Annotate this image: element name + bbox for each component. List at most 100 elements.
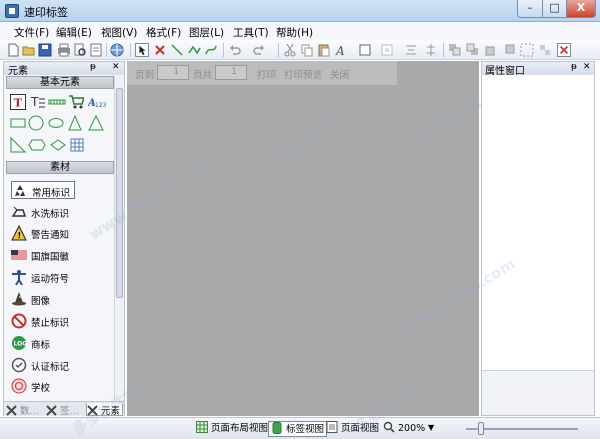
polyline-tool-icon[interactable] xyxy=(187,43,201,57)
page-layout-view-button[interactable]: 页面布局视图 xyxy=(196,421,268,437)
close-icon[interactable]: ✕ xyxy=(112,62,120,72)
open-folder-icon[interactable] xyxy=(22,43,36,57)
fill-box-icon[interactable] xyxy=(380,43,394,57)
serial-number-icon[interactable]: A 123 xyxy=(88,94,106,110)
group-icon[interactable] xyxy=(520,43,534,57)
right-triangle-icon[interactable] xyxy=(10,137,26,153)
send-back-icon[interactable] xyxy=(466,43,480,57)
table-tool-icon[interactable] xyxy=(70,138,84,152)
elements-panel-title: 元素 xyxy=(8,66,28,77)
undo-icon[interactable] xyxy=(228,43,242,57)
paste-icon[interactable] xyxy=(317,43,331,57)
pin-icon[interactable]: ᵽ xyxy=(571,62,577,72)
menu-layer[interactable]: 图层(L) xyxy=(189,25,224,40)
database-globe-icon[interactable] xyxy=(110,43,124,57)
prohibited-icon xyxy=(11,313,27,329)
new-file-icon[interactable] xyxy=(6,43,20,57)
material-common-signs[interactable]: 常用标识 xyxy=(11,181,75,199)
line-tool-icon[interactable] xyxy=(170,43,184,57)
svg-text:LOG: LOG xyxy=(14,341,28,348)
text-style-icon[interactable]: A xyxy=(334,43,348,57)
close-preview-button[interactable]: 关闭 xyxy=(330,67,349,81)
distribute-icon[interactable] xyxy=(424,43,438,57)
bring-forward-icon[interactable] xyxy=(484,43,498,57)
maximize-button[interactable]: □ xyxy=(542,0,567,18)
page-from-input[interactable]: 1 xyxy=(157,65,189,80)
material-wash-signs[interactable]: 水洗标识 xyxy=(11,203,111,221)
toolbar-separator xyxy=(106,43,107,57)
send-backward-icon[interactable] xyxy=(502,43,516,57)
bring-front-icon[interactable] xyxy=(448,43,462,57)
image-cart-icon[interactable] xyxy=(68,94,84,110)
tab-data[interactable]: 数... xyxy=(6,403,44,417)
toolbar-separator xyxy=(443,43,444,57)
close-icon[interactable]: ✕ xyxy=(583,62,591,72)
ellipse-tool-icon[interactable] xyxy=(48,117,64,129)
material-images[interactable]: 图像 xyxy=(11,290,111,308)
recycle-icon xyxy=(15,185,25,196)
material-label: 运动符号 xyxy=(31,274,70,285)
text-tool-icon[interactable]: T xyxy=(10,94,26,110)
material-sport-symbols[interactable]: 运动符号 xyxy=(11,268,111,286)
align-icon[interactable] xyxy=(404,43,418,57)
trademark-logo-icon: LOG xyxy=(12,336,28,350)
minimize-button[interactable]: – xyxy=(517,0,543,18)
zoom-level[interactable]: 200% xyxy=(383,421,425,437)
print-preview-button[interactable]: 打印预览 xyxy=(284,67,322,81)
border-box-icon[interactable] xyxy=(358,43,372,57)
material-flags[interactable]: 国旗国徽 xyxy=(11,246,111,264)
material-trademarks[interactable]: LOG 商标 xyxy=(11,334,111,352)
toolbar-separator xyxy=(130,43,131,57)
menu-view[interactable]: 视图(V) xyxy=(101,25,137,40)
print-preview-icon[interactable] xyxy=(73,43,87,57)
zoom-slider-thumb[interactable] xyxy=(478,422,484,435)
label-view-button[interactable]: 标签视图 xyxy=(268,421,328,437)
menu-edit[interactable]: 编辑(E) xyxy=(56,25,92,40)
diamond-tool-icon[interactable] xyxy=(50,139,66,151)
menu-format[interactable]: 格式(F) xyxy=(146,25,181,40)
multiline-text-icon[interactable]: T xyxy=(30,94,46,110)
save-icon[interactable] xyxy=(38,43,52,57)
elements-panel: 元素 ᵽ ✕ 基本元素 T T A 123 素材 常用标识 水洗标识 ! 警告通知… xyxy=(3,61,125,417)
material-schools[interactable]: 学校 xyxy=(11,377,111,395)
label-view-icon xyxy=(272,422,282,434)
zoom-dropdown-arrow-icon[interactable]: ▼ xyxy=(428,421,434,437)
pin-icon[interactable]: ᵽ xyxy=(90,62,96,72)
menu-tools[interactable]: 工具(T) xyxy=(233,25,269,40)
copy-icon[interactable] xyxy=(300,43,314,57)
cut-icon[interactable] xyxy=(283,43,297,57)
material-prohibition-signs[interactable]: 禁止标识 xyxy=(11,312,111,330)
close-button[interactable]: X xyxy=(566,0,596,18)
close-document-icon[interactable] xyxy=(557,43,571,57)
ungroup-icon[interactable] xyxy=(538,43,552,57)
rectangle-tool-icon[interactable] xyxy=(10,117,26,129)
curve-tool-icon[interactable] xyxy=(204,43,218,57)
elements-panel-header: 元素 ᵽ ✕ xyxy=(4,62,124,77)
page-total-input[interactable]: 1 xyxy=(215,65,247,80)
toolbar-separator xyxy=(278,43,279,57)
print-icon[interactable] xyxy=(57,43,71,57)
triangle-tool-icon[interactable] xyxy=(68,115,82,131)
hexagon-tool-icon[interactable] xyxy=(28,139,46,151)
delete-cross-icon[interactable] xyxy=(153,43,167,57)
material-certification-marks[interactable]: 认证标记 xyxy=(11,356,111,374)
page-setup-icon[interactable] xyxy=(89,43,103,57)
select-pointer-icon[interactable] xyxy=(135,43,149,57)
circle-tool-icon[interactable] xyxy=(28,115,44,131)
barcode-icon[interactable] xyxy=(48,94,66,110)
scrollbar-thumb[interactable] xyxy=(116,88,123,298)
zoom-magnifier-icon xyxy=(383,421,395,433)
print-button[interactable]: 打印 xyxy=(257,67,276,81)
isosceles-triangle-icon[interactable] xyxy=(88,115,104,131)
materials-header[interactable]: 素材 xyxy=(6,161,114,174)
material-label: 水洗标识 xyxy=(31,209,70,220)
toolbar-separator xyxy=(223,43,224,57)
design-canvas[interactable]: 页到 1 页共 1 打印 打印预览 关闭 xyxy=(127,61,479,416)
elements-scrollbar[interactable] xyxy=(114,76,124,401)
menu-file[interactable]: 文件(F) xyxy=(14,25,49,40)
basic-elements-header[interactable]: 基本元素 xyxy=(6,76,114,89)
tab-label: 数... xyxy=(20,406,39,417)
page-total-label: 页共 xyxy=(193,70,213,81)
redo-icon[interactable] xyxy=(252,43,266,57)
menu-help[interactable]: 帮助(H) xyxy=(276,25,313,40)
